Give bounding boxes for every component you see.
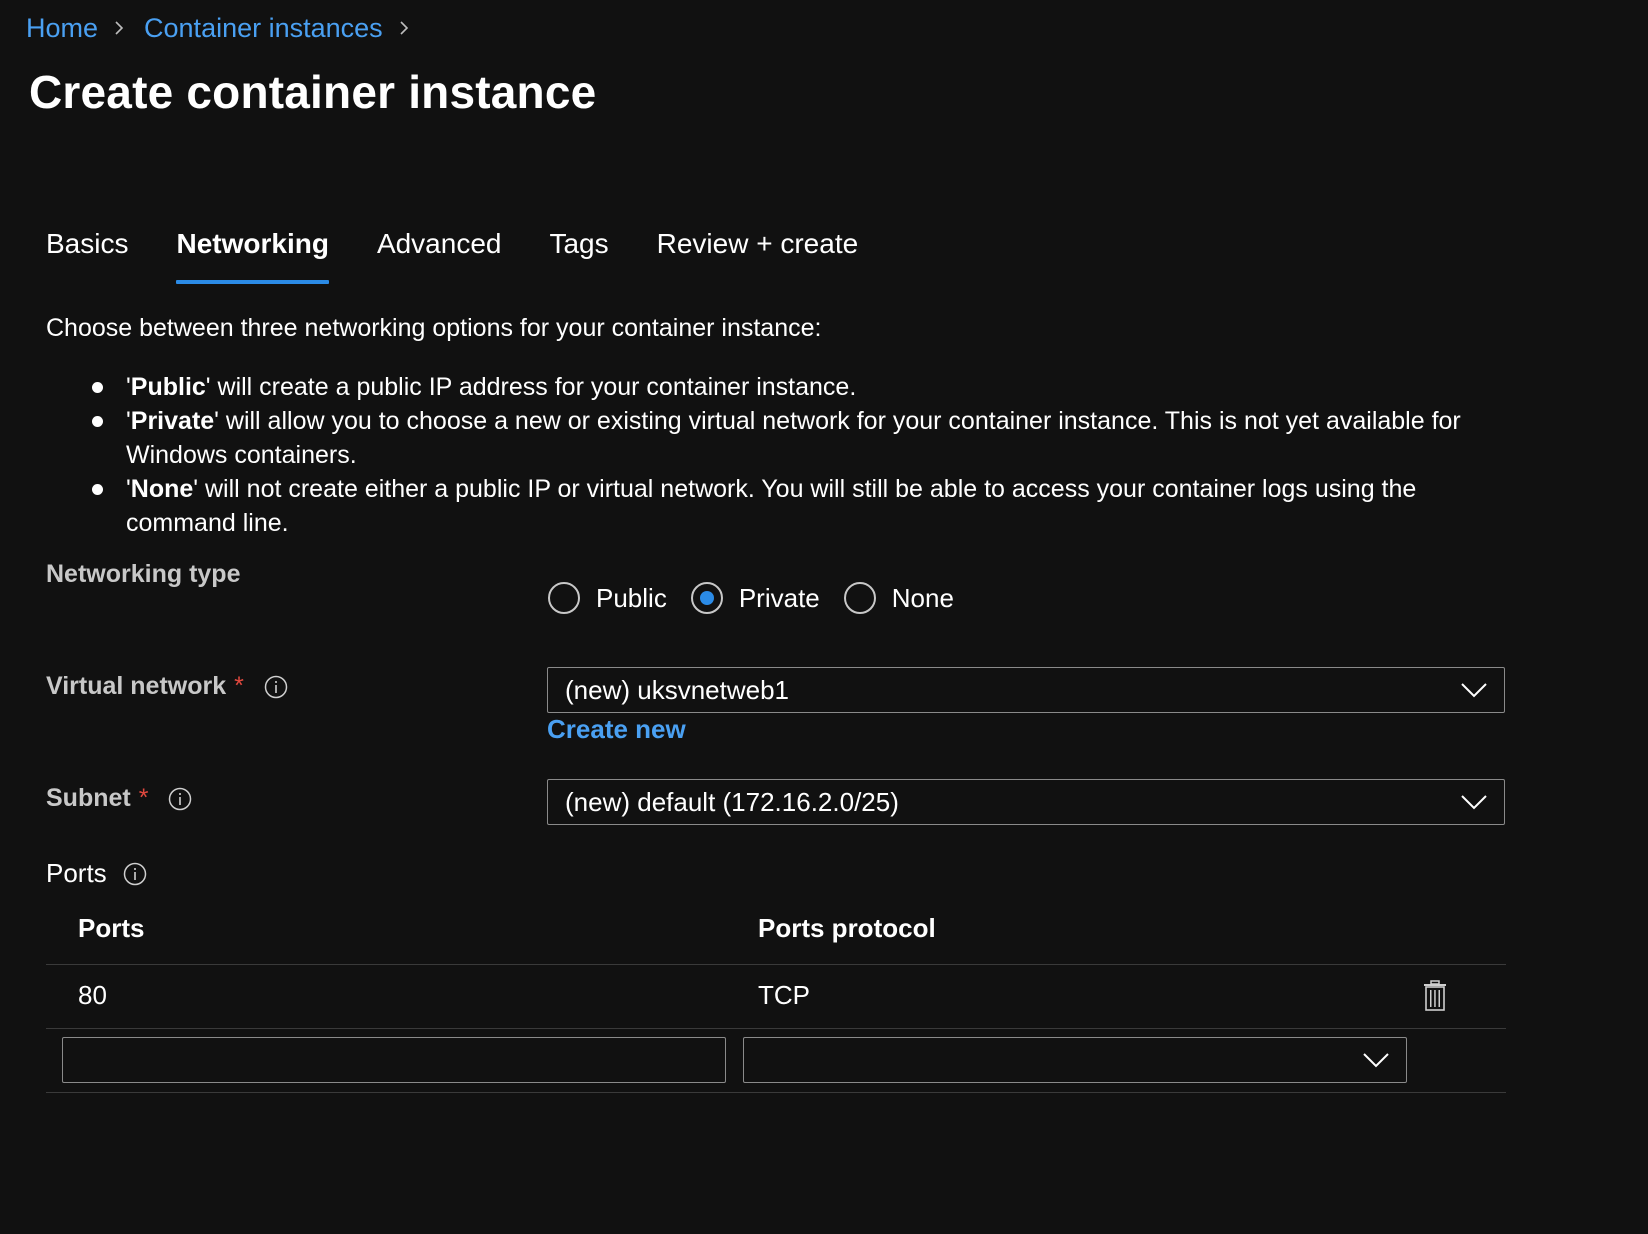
page: Home Container instances Create containe… xyxy=(0,0,1648,1234)
table-row: 80 TCP xyxy=(46,966,1506,1029)
tab-review-create[interactable]: Review + create xyxy=(657,224,859,272)
protocol-value: TCP xyxy=(758,980,810,1010)
tab-networking[interactable]: Networking xyxy=(176,224,330,284)
required-asterisk: * xyxy=(234,672,244,700)
port-value: 80 xyxy=(78,980,107,1010)
port-input[interactable] xyxy=(62,1037,726,1083)
virtual-network-label: Virtual network * xyxy=(46,672,288,701)
radio-button[interactable] xyxy=(843,582,876,614)
protocol-dropdown[interactable] xyxy=(743,1037,1407,1083)
tab-tags[interactable]: Tags xyxy=(549,224,608,272)
virtual-network-dropdown[interactable]: (new) uksvnetweb1 xyxy=(547,667,1505,713)
networking-type-radio-group: Public Private None xyxy=(548,582,978,614)
column-header-ports-protocol: Ports protocol xyxy=(758,913,936,943)
radio-button[interactable] xyxy=(548,582,580,614)
info-icon[interactable] xyxy=(168,787,192,811)
ports-section-label: Ports xyxy=(46,858,147,889)
ports-table-header: Ports Ports protocol xyxy=(46,908,1506,965)
tab-bar: Basics Networking Advanced Tags Review +… xyxy=(46,224,906,284)
list-item: 'None' will not create either a public I… xyxy=(92,472,1512,540)
chevron-right-icon xyxy=(112,21,126,35)
networking-intro-text: Choose between three networking options … xyxy=(46,314,822,342)
breadcrumb-home-link[interactable]: Home xyxy=(26,10,98,46)
new-port-row xyxy=(46,1030,1506,1093)
chevron-down-icon xyxy=(1460,793,1488,811)
info-icon[interactable] xyxy=(264,675,288,699)
list-item: 'Public' will create a public IP address… xyxy=(92,370,1512,404)
subnet-label: Subnet * xyxy=(46,784,192,813)
trash-icon[interactable] xyxy=(1422,980,1448,1012)
column-header-ports: Ports xyxy=(78,913,145,943)
chevron-down-icon xyxy=(1460,681,1488,699)
tab-advanced[interactable]: Advanced xyxy=(377,224,502,272)
radio-private[interactable]: Private xyxy=(690,582,820,614)
chevron-right-icon xyxy=(397,21,411,35)
info-icon[interactable] xyxy=(123,862,147,886)
create-new-link[interactable]: Create new xyxy=(547,714,686,745)
radio-none[interactable]: None xyxy=(843,582,954,614)
networking-type-label: Networking type xyxy=(46,560,241,588)
tab-basics[interactable]: Basics xyxy=(46,224,128,272)
list-item: 'Private' will allow you to choose a new… xyxy=(92,404,1512,472)
page-title: Create container instance xyxy=(29,66,597,118)
breadcrumb: Home Container instances xyxy=(26,10,429,46)
breadcrumb-container-instances-link[interactable]: Container instances xyxy=(144,10,383,46)
radio-public[interactable]: Public xyxy=(548,582,667,614)
required-asterisk: * xyxy=(138,784,149,812)
radio-button-selected[interactable] xyxy=(690,582,723,614)
subnet-dropdown[interactable]: (new) default (172.16.2.0/25) xyxy=(547,779,1505,825)
networking-options-list: 'Public' will create a public IP address… xyxy=(92,370,1512,540)
chevron-down-icon xyxy=(1362,1051,1390,1069)
